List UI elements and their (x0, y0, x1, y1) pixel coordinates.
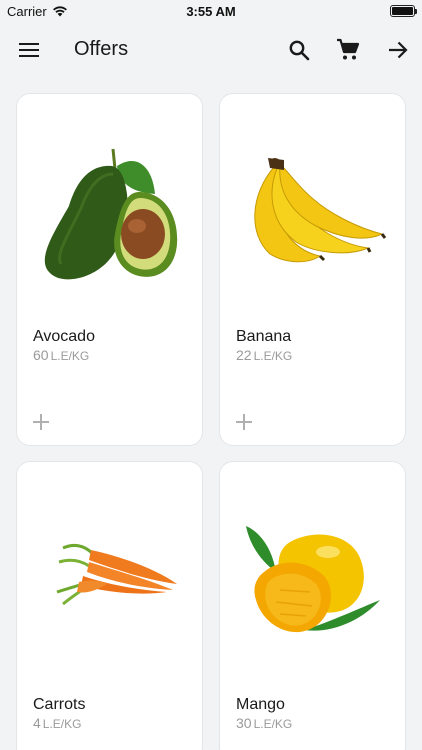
product-card-carrots[interactable]: Carrots 4 L.E/KG (16, 461, 203, 750)
product-name: Avocado (33, 328, 95, 345)
price-value: 30 (236, 715, 252, 731)
forward-button[interactable] (384, 36, 412, 64)
menu-icon (19, 43, 39, 57)
app-bar: Offers (0, 22, 422, 78)
add-to-cart-button[interactable] (31, 412, 51, 432)
price-value: 60 (33, 347, 49, 363)
battery-icon (390, 5, 417, 17)
product-name: Carrots (33, 696, 86, 713)
carrier-label: Carrier (7, 3, 47, 19)
status-left: Carrier (7, 4, 68, 19)
arrow-right-icon (389, 41, 408, 59)
price-unit: L.E/KG (253, 717, 293, 731)
menu-button[interactable] (15, 36, 43, 64)
price-unit: L.E/KG (253, 349, 293, 363)
add-to-cart-button[interactable] (234, 412, 254, 432)
plus-icon (33, 414, 49, 430)
product-card-mango[interactable]: Mango 30 L.E/KG (219, 461, 406, 750)
mango-image (246, 526, 380, 633)
product-name: Banana (236, 328, 292, 345)
price-unit: L.E/KG (42, 717, 82, 731)
avocado-image (44, 148, 178, 280)
price-value: 4 (33, 715, 41, 731)
plus-icon (236, 414, 252, 430)
carrots-image (56, 544, 177, 606)
search-button[interactable] (285, 36, 313, 64)
page-title: Offers (74, 38, 129, 60)
search-icon (289, 40, 310, 61)
banana-image (254, 158, 387, 263)
product-price: 30 L.E/KG (236, 715, 292, 731)
cart-button[interactable] (334, 36, 362, 64)
product-card-banana[interactable]: Banana 22 L.E/KG (219, 93, 406, 446)
price-value: 22 (236, 347, 252, 363)
product-price: 22 L.E/KG (236, 347, 292, 363)
cart-icon (337, 38, 360, 60)
product-card-avocado[interactable]: Avocado 60 L.E/KG (16, 93, 203, 446)
product-price: 60 L.E/KG (33, 347, 89, 363)
price-unit: L.E/KG (50, 349, 90, 363)
product-name: Mango (236, 696, 285, 713)
product-price: 4 L.E/KG (33, 715, 81, 731)
wifi-icon (52, 6, 67, 17)
status-bar: Carrier 3:55 AM (0, 0, 422, 22)
